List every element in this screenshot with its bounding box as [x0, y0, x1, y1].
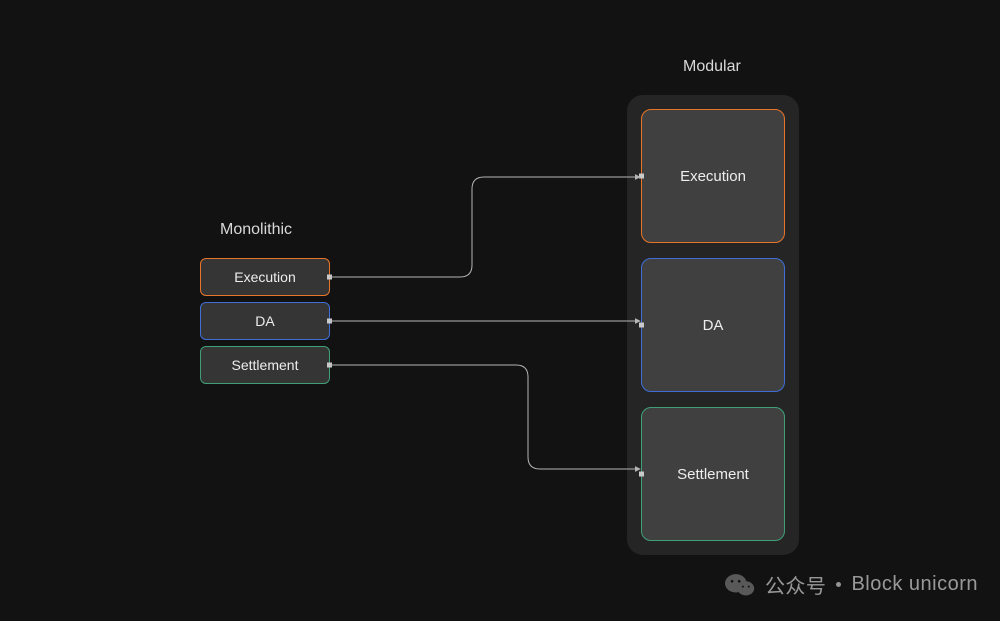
modular-container: Execution DA Settlement: [627, 95, 799, 555]
separator-dot-icon: [836, 582, 841, 587]
connector-dot: [639, 323, 644, 328]
connectors-svg: [0, 0, 1000, 621]
mono-execution: Execution: [200, 258, 330, 296]
monolithic-stack: Execution DA Settlement: [200, 258, 330, 384]
watermark-prefix: 公众号: [765, 570, 827, 599]
diagram-stage: Monolithic Modular Execution DA Settleme…: [0, 0, 1000, 621]
mono-da: DA: [200, 302, 330, 340]
mono-settlement: Settlement: [200, 346, 330, 384]
heading-monolithic: Monolithic: [220, 221, 292, 239]
mod-da: DA: [641, 258, 785, 392]
connector-dot: [639, 472, 644, 477]
mono-cell-label: DA: [255, 313, 274, 329]
mod-box-label: Execution: [680, 168, 746, 185]
mono-cell-label: Settlement: [232, 357, 299, 373]
connector-dot: [639, 174, 644, 179]
connector-line: [330, 177, 640, 277]
watermark: 公众号 Block unicorn: [725, 570, 978, 599]
mono-cell-label: Execution: [234, 269, 295, 285]
heading-modular: Modular: [683, 58, 741, 76]
mod-box-label: DA: [703, 317, 724, 334]
connector-dot: [327, 275, 332, 280]
connector-dot: [327, 319, 332, 324]
wechat-icon: [725, 572, 755, 598]
connector-line: [330, 365, 640, 469]
connector-dot: [327, 363, 332, 368]
mod-settlement: Settlement: [641, 407, 785, 541]
watermark-name: Block unicorn: [851, 573, 978, 596]
mod-execution: Execution: [641, 109, 785, 243]
mod-box-label: Settlement: [677, 466, 749, 483]
